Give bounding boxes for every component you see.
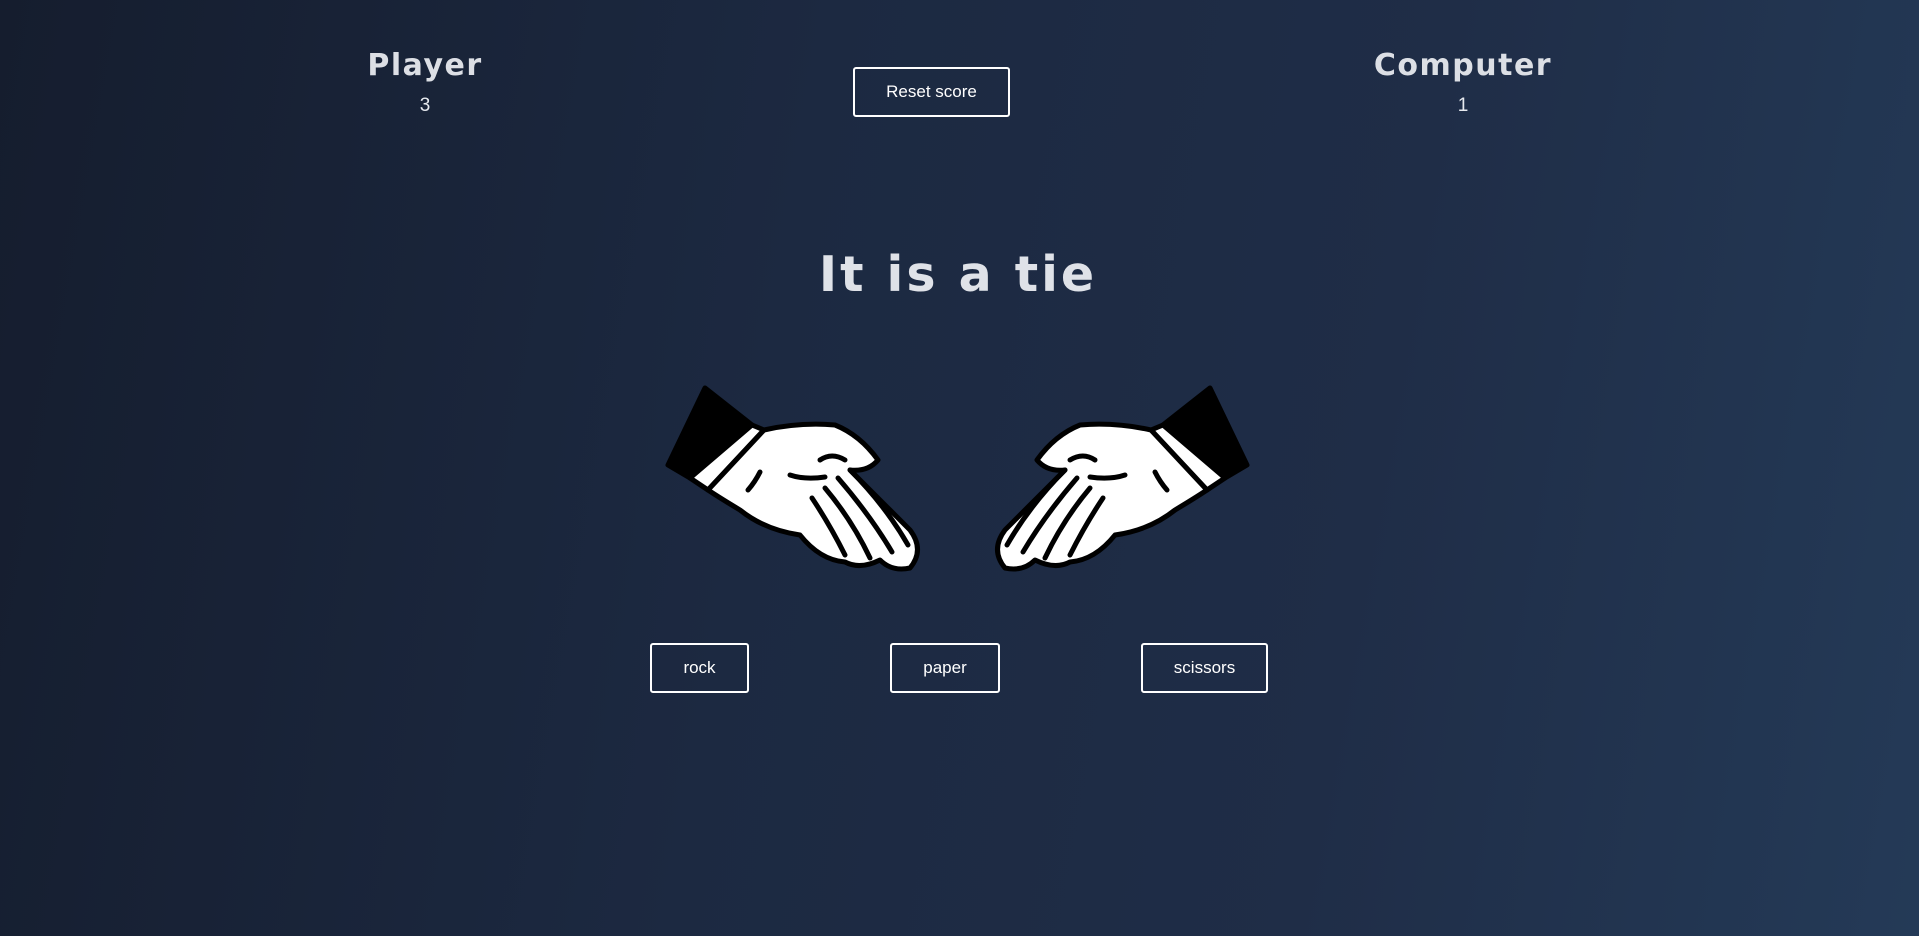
computer-hand-paper-icon [995, 385, 1250, 572]
scissors-button[interactable]: scissors [1141, 643, 1268, 693]
player-score-panel: Player 3 [367, 48, 482, 117]
rock-button[interactable]: rock [650, 643, 749, 693]
paper-button[interactable]: paper [890, 643, 1000, 693]
result-message: It is a tie [818, 246, 1098, 303]
computer-score-panel: Computer 1 [1374, 48, 1552, 117]
computer-score-value: 1 [1457, 95, 1469, 116]
reset-score-button[interactable]: Reset score [853, 67, 1010, 117]
player-score-value: 3 [419, 95, 431, 116]
player-hand-paper-icon [665, 385, 920, 572]
computer-label: Computer [1373, 48, 1553, 83]
player-label: Player [367, 48, 483, 83]
